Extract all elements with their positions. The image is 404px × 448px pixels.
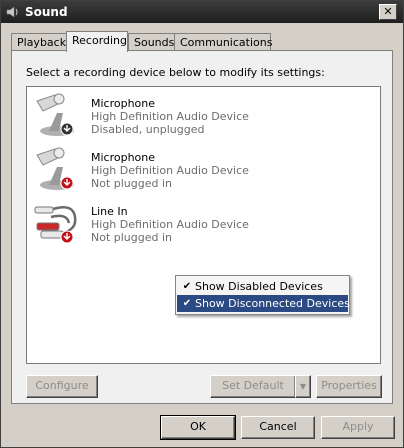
checkmark-icon: ✔ bbox=[182, 281, 192, 292]
device-name: Line In bbox=[91, 205, 128, 218]
title-bar[interactable]: Sound ✕ bbox=[1, 1, 403, 23]
device-status: Not plugged in bbox=[91, 177, 173, 190]
close-button[interactable]: ✕ bbox=[379, 4, 397, 20]
cancel-button[interactable]: Cancel bbox=[241, 416, 315, 439]
microphone-icon bbox=[36, 93, 74, 136]
tab-communications[interactable]: Communications bbox=[174, 33, 272, 51]
apply-button[interactable]: Apply bbox=[321, 416, 395, 439]
rca-cable-icon bbox=[34, 206, 77, 244]
context-menu: ✔ Show Disabled Devices ✔ Show Disconnec… bbox=[175, 275, 350, 315]
list-item[interactable]: Microphone High Definition Audio Device … bbox=[27, 89, 380, 143]
window-title: Sound bbox=[25, 5, 68, 19]
device-name: Microphone bbox=[91, 151, 156, 164]
device-driver: High Definition Audio Device bbox=[91, 218, 249, 231]
checkmark-icon: ✔ bbox=[182, 298, 192, 309]
microphone-icon bbox=[36, 147, 74, 190]
properties-button[interactable]: Properties bbox=[316, 375, 382, 398]
ok-button[interactable]: OK bbox=[160, 415, 236, 440]
menu-item-show-disconnected-devices[interactable]: ✔ Show Disconnected Devices bbox=[177, 295, 350, 312]
instruction-text: Select a recording device below to modif… bbox=[26, 66, 325, 79]
close-icon: ✕ bbox=[383, 5, 393, 18]
device-status: Not plugged in bbox=[91, 231, 173, 244]
sound-dialog: Sound ✕ Playback Recording Sounds Commun… bbox=[0, 0, 404, 448]
menu-item-show-disabled-devices[interactable]: ✔ Show Disabled Devices bbox=[177, 278, 348, 295]
recording-panel: Select a recording device below to modif… bbox=[11, 50, 393, 404]
set-default-dropdown[interactable]: ▼ bbox=[295, 375, 311, 398]
tab-recording[interactable]: Recording bbox=[66, 31, 128, 52]
device-driver: High Definition Audio Device bbox=[91, 164, 249, 177]
tab-sounds[interactable]: Sounds bbox=[128, 33, 176, 51]
list-item[interactable]: Line In High Definition Audio Device Not… bbox=[27, 197, 380, 251]
device-driver: High Definition Audio Device bbox=[91, 110, 249, 123]
set-default-button[interactable]: Set Default bbox=[210, 375, 296, 398]
configure-button[interactable]: Configure bbox=[26, 375, 98, 398]
speaker-icon bbox=[6, 6, 18, 18]
list-item[interactable]: Microphone High Definition Audio Device … bbox=[27, 143, 380, 197]
tab-playback[interactable]: Playback bbox=[11, 33, 67, 51]
device-list[interactable]: Microphone High Definition Audio Device … bbox=[26, 86, 381, 364]
device-status: Disabled, unplugged bbox=[91, 123, 205, 136]
chevron-down-icon: ▼ bbox=[299, 382, 307, 391]
device-name: Microphone bbox=[91, 97, 156, 110]
